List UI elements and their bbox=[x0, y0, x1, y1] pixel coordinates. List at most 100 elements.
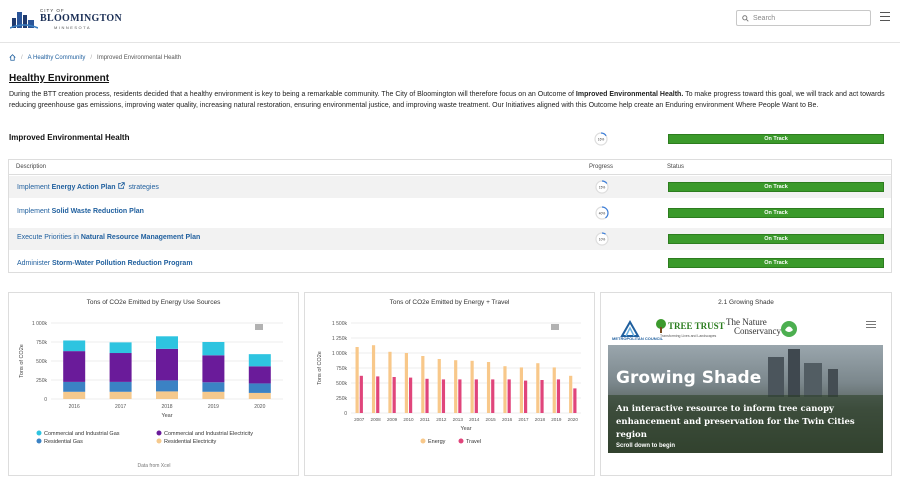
bar-segment bbox=[156, 348, 178, 381]
bloomington-logo[interactable]: CITY OF BLOOMINGTON MINNESOTA bbox=[10, 6, 122, 32]
growing-shade-headline: Growing Shade bbox=[616, 368, 762, 388]
x-tick-label: 2013 bbox=[453, 417, 464, 422]
table-row: Execute Priorities in Natural Resource M… bbox=[9, 228, 891, 250]
breadcrumb-link-healthy-community[interactable]: A Healthy Community bbox=[28, 55, 86, 61]
initiative-link[interactable]: Execute Priorities in Natural Resource M… bbox=[17, 234, 200, 241]
x-tick-label: 2018 bbox=[535, 417, 546, 422]
y-tick-label: 1 000k bbox=[332, 351, 348, 357]
embed-menu-icon[interactable] bbox=[866, 321, 876, 328]
breadcrumb: / A Healthy Community / Improved Environ… bbox=[9, 54, 181, 61]
outcome-status-badge: On Track bbox=[668, 134, 884, 144]
progress-ring: 40% bbox=[595, 206, 609, 220]
y-tick-label: 1 000k bbox=[32, 321, 48, 327]
chart-panel-energy-travel: Tons of CO2e Emitted by Energy + Travel … bbox=[304, 292, 595, 476]
org1-name: METROPOLITAN COUNCIL bbox=[612, 336, 664, 341]
org2-tagline: Transforming Lives and Landscapes bbox=[660, 334, 717, 338]
tree-trust-leaf-icon bbox=[656, 319, 666, 333]
bar-segment bbox=[109, 342, 132, 354]
bar bbox=[425, 378, 429, 413]
bar bbox=[536, 363, 540, 413]
bar bbox=[458, 379, 462, 413]
scroll-down-link[interactable]: Scroll down to begin bbox=[616, 443, 675, 449]
y-axis-label: Tons of CO2e bbox=[317, 351, 323, 385]
initiative-link[interactable]: Implement Solid Waste Reduction Plan bbox=[17, 208, 144, 215]
x-tick-label: 2011 bbox=[420, 417, 430, 422]
y-tick-label: 0 bbox=[44, 397, 47, 403]
bar bbox=[454, 360, 458, 413]
legend-label: Residential Electricity bbox=[164, 439, 217, 445]
svg-text:40%: 40% bbox=[599, 211, 606, 215]
legend-marker bbox=[458, 438, 464, 444]
legend-label: Commercial and Industrial Electricity bbox=[164, 431, 253, 437]
x-tick-label: 2010 bbox=[403, 417, 414, 422]
bar-segment bbox=[63, 351, 86, 382]
chart2-title: Tons of CO2e Emitted by Energy + Travel bbox=[389, 299, 510, 306]
growing-shade-embed[interactable]: METROPOLITAN COUNCIL TREE TRUST Transfor… bbox=[608, 315, 883, 453]
status-badge: On Track bbox=[668, 208, 884, 218]
bar bbox=[355, 347, 359, 413]
x-tick-label: 2019 bbox=[208, 404, 219, 410]
bar bbox=[491, 379, 495, 413]
svg-text:10%: 10% bbox=[599, 237, 606, 241]
bar-segment bbox=[109, 381, 132, 392]
chart1-svg: 0 250k 500k 750k 1 000k Tons of CO2e 2016 2017 2… bbox=[19, 321, 283, 469]
bar bbox=[573, 388, 577, 413]
initiative-link[interactable]: Administer Storm-Water Pollution Reducti… bbox=[17, 260, 193, 267]
bar-segment bbox=[202, 355, 225, 383]
bar bbox=[409, 377, 413, 413]
nature-conservancy-icon bbox=[781, 321, 797, 337]
bar-segment bbox=[109, 391, 132, 399]
status-badge: On Track bbox=[668, 258, 884, 268]
bar-segment bbox=[248, 383, 271, 393]
bar bbox=[524, 380, 528, 413]
x-tick-label: 2019 bbox=[551, 417, 562, 422]
home-icon[interactable] bbox=[9, 54, 16, 61]
col-header-progress: Progress bbox=[589, 164, 614, 170]
y-tick-label: 1 250k bbox=[332, 336, 348, 342]
x-tick-label: 2016 bbox=[502, 417, 513, 422]
chart2-svg: 0 250k 500k 750k 1 000k 1 250k 1 500k Tons of C… bbox=[317, 321, 581, 445]
bar-segment bbox=[63, 381, 86, 392]
x-tick-label: 2017 bbox=[115, 404, 126, 410]
x-tick-label: 2008 bbox=[371, 417, 382, 422]
hamburger-menu-icon[interactable] bbox=[880, 12, 890, 22]
table-row: Administer Storm-Water Pollution Reducti… bbox=[9, 254, 891, 276]
legend-marker bbox=[420, 438, 426, 444]
table-row: Implement Energy Action Plan strategies 1… bbox=[9, 176, 891, 198]
x-tick-label: 2015 bbox=[486, 417, 497, 422]
legend-marker bbox=[156, 430, 162, 436]
skyline-logo-icon bbox=[10, 12, 38, 29]
growing-shade-panel-title: 2.1 Growing Shade bbox=[718, 299, 774, 306]
bar-segment bbox=[248, 366, 271, 384]
search-input[interactable]: Search bbox=[736, 10, 871, 26]
y-tick-label: 750k bbox=[336, 366, 347, 372]
x-axis-label: Year bbox=[161, 413, 172, 419]
y-tick-label: 1 500k bbox=[332, 321, 348, 327]
bar bbox=[540, 380, 544, 413]
page-description: During the BTT creation process, residen… bbox=[9, 91, 885, 109]
x-tick-label: 2017 bbox=[518, 417, 529, 422]
logo-sub-text: MINNESOTA bbox=[54, 25, 91, 30]
chart-menu-icon bbox=[551, 324, 559, 330]
bar-segment bbox=[63, 391, 86, 399]
svg-text:16%: 16% bbox=[598, 137, 605, 141]
legend-label: Commercial and Industrial Gas bbox=[44, 431, 120, 437]
initiative-link[interactable]: Implement Energy Action Plan strategies bbox=[17, 182, 159, 191]
status-badge: On Track bbox=[668, 182, 884, 192]
bar-segment bbox=[63, 340, 86, 352]
progress-ring: 15% bbox=[595, 180, 609, 194]
growing-shade-subtext: An interactive resource to inform tree c… bbox=[616, 404, 855, 440]
y-axis-label: Tons of CO2e bbox=[19, 344, 25, 378]
breadcrumb-current: Improved Environmental Health bbox=[97, 54, 182, 61]
page-title: Healthy Environment bbox=[9, 73, 110, 84]
x-axis-label: Year bbox=[460, 426, 471, 432]
chart-menu-icon bbox=[255, 324, 263, 330]
bar bbox=[441, 379, 446, 413]
bar-segment bbox=[156, 391, 178, 399]
bar bbox=[404, 353, 408, 413]
y-tick-label: 250k bbox=[336, 396, 347, 402]
y-tick-label: 500k bbox=[36, 359, 47, 365]
bar bbox=[421, 356, 425, 413]
chart-panel-energy-sources: Tons of CO2e Emitted by Energy Use Sourc… bbox=[8, 292, 299, 476]
bar-segment bbox=[109, 353, 132, 382]
